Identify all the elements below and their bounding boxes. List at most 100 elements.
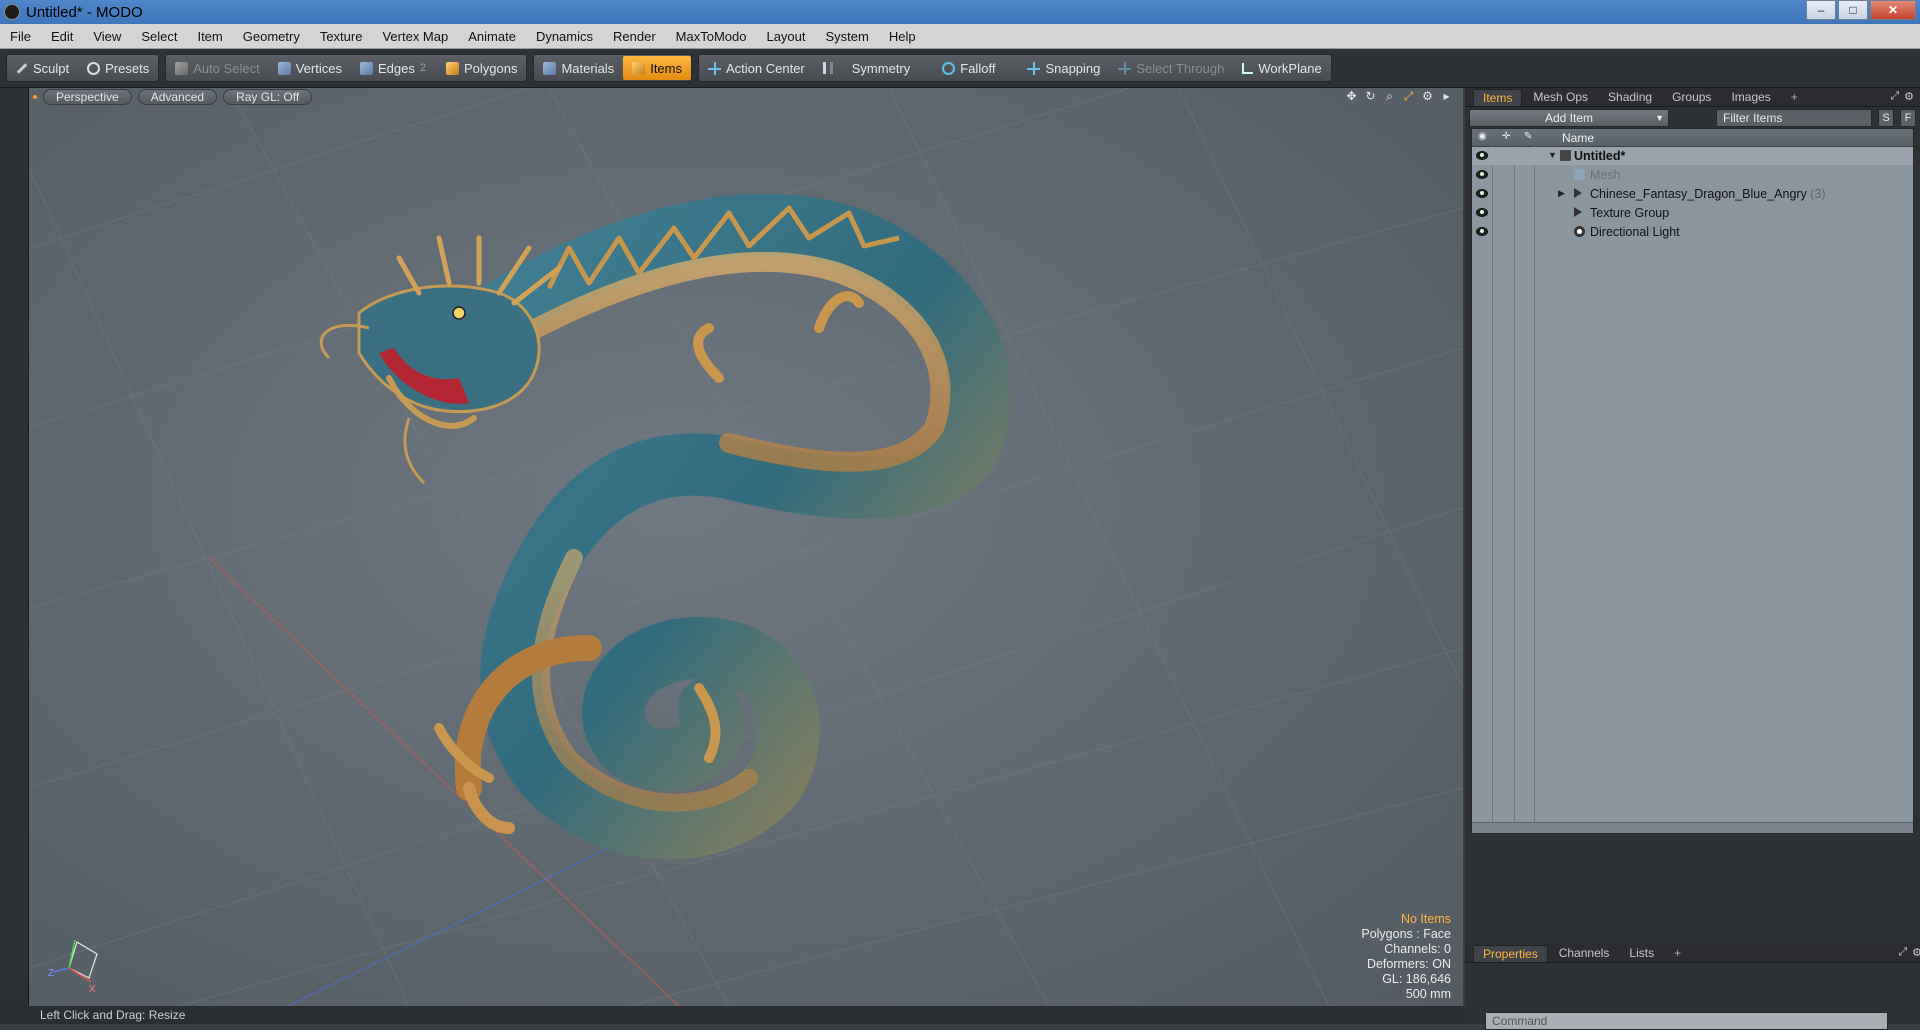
add-item-dropdown[interactable]: Add Item ▼ bbox=[1469, 109, 1669, 127]
tree-scrollbar[interactable] bbox=[1472, 822, 1913, 833]
polygons-button[interactable]: Polygons bbox=[437, 56, 526, 80]
lock-column-icon[interactable]: ✛ bbox=[1502, 132, 1512, 142]
3d-viewport[interactable]: Perspective Advanced Ray GL: Off ✥ ↻ ⌕ ⤢… bbox=[29, 88, 1463, 1006]
mesh-label: Mesh bbox=[1590, 168, 1621, 182]
axis-z-label: Z bbox=[48, 968, 54, 979]
tab-shading[interactable]: Shading bbox=[1599, 89, 1661, 105]
menu-view[interactable]: View bbox=[83, 29, 131, 44]
shading-mode-button[interactable]: Advanced bbox=[137, 89, 218, 105]
menu-edit[interactable]: Edit bbox=[41, 29, 83, 44]
falloff-button[interactable]: Falloff bbox=[933, 56, 1004, 80]
tab-properties[interactable]: Properties bbox=[1473, 944, 1548, 962]
symmetry-label: Symmetry bbox=[851, 60, 911, 76]
tree-row-dragon[interactable]: ▶ Chinese_Fantasy_Dragon_Blue_Angry (3) bbox=[1472, 185, 1913, 203]
collapse-arrow-icon[interactable]: ▼ bbox=[1548, 150, 1557, 160]
raygl-button[interactable]: Ray GL: Off bbox=[223, 89, 313, 105]
viewport-settings-icon[interactable]: ⚙ bbox=[1421, 90, 1434, 103]
viewport-menu-dot[interactable] bbox=[33, 95, 37, 99]
action-center-button[interactable]: Action Center bbox=[699, 56, 814, 80]
expand-arrow-icon[interactable]: ▶ bbox=[1558, 188, 1565, 199]
menu-render[interactable]: Render bbox=[603, 29, 666, 44]
visibility-column-icon[interactable]: ◉ bbox=[1478, 132, 1488, 142]
tree-row-light[interactable]: Directional Light bbox=[1472, 223, 1913, 241]
tab-lists[interactable]: Lists bbox=[1620, 945, 1663, 961]
fit-icon[interactable]: ⤢ bbox=[1402, 90, 1415, 103]
menu-texture[interactable]: Texture bbox=[310, 29, 373, 44]
panel-settings-icon[interactable]: ⚙ bbox=[1904, 90, 1914, 103]
edges-label: Edges bbox=[377, 60, 415, 76]
view-type-button[interactable]: Perspective bbox=[43, 89, 132, 105]
panel-expand-icon[interactable]: ⤢ bbox=[1898, 946, 1907, 959]
tree-row-mesh[interactable]: Mesh bbox=[1472, 166, 1913, 184]
sculpt-button[interactable]: Sculpt bbox=[7, 56, 78, 80]
tab-mesh-ops[interactable]: Mesh Ops bbox=[1524, 89, 1597, 105]
select-through-label: Select Through bbox=[1136, 60, 1225, 76]
items-button[interactable]: Items bbox=[623, 56, 691, 80]
rotate-icon[interactable]: ↻ bbox=[1364, 90, 1377, 103]
close-button[interactable]: ✕ bbox=[1870, 0, 1916, 20]
panel-expand-icon[interactable]: ⤢ bbox=[1890, 90, 1899, 103]
menu-vertex-map[interactable]: Vertex Map bbox=[372, 29, 458, 44]
vertices-button[interactable]: Vertices bbox=[269, 56, 351, 80]
auto-select-button[interactable]: Auto Select bbox=[166, 56, 269, 80]
name-column-header[interactable]: Name bbox=[1562, 131, 1594, 145]
group-icon bbox=[1574, 207, 1582, 217]
viewport-expand-icon[interactable]: ▸ bbox=[1440, 90, 1453, 103]
menu-system[interactable]: System bbox=[816, 29, 879, 44]
left-tool-strip bbox=[0, 88, 29, 1006]
presets-button[interactable]: Presets bbox=[78, 56, 158, 80]
stats-deformers: Deformers: ON bbox=[1366, 957, 1451, 971]
pan-icon[interactable]: ✥ bbox=[1345, 90, 1358, 103]
filter-s-button[interactable]: S bbox=[1878, 109, 1894, 127]
polygons-icon bbox=[445, 61, 459, 75]
eye-icon[interactable] bbox=[1476, 208, 1488, 217]
minimize-button[interactable]: – bbox=[1806, 0, 1836, 20]
tree-row-texture-group[interactable]: Texture Group bbox=[1472, 204, 1913, 222]
tab-channels[interactable]: Channels bbox=[1550, 945, 1619, 961]
materials-button[interactable]: Materials bbox=[534, 56, 623, 80]
menu-animate[interactable]: Animate bbox=[458, 29, 526, 44]
render-column-icon[interactable]: ✎ bbox=[1524, 132, 1534, 142]
action-center-icon bbox=[708, 61, 721, 75]
maximize-button[interactable]: □ bbox=[1838, 0, 1868, 20]
symmetry-button[interactable]: Symmetry bbox=[814, 56, 920, 80]
tree-row-scene[interactable]: ▼ Untitled* bbox=[1472, 147, 1913, 165]
panel-settings-icon[interactable]: ⚙ bbox=[1912, 946, 1920, 959]
eye-icon[interactable] bbox=[1476, 170, 1488, 179]
menu-layout[interactable]: Layout bbox=[756, 29, 815, 44]
menu-geometry[interactable]: Geometry bbox=[233, 29, 310, 44]
snapping-button[interactable]: Snapping bbox=[1018, 56, 1109, 80]
item-mode-group: Materials Items bbox=[533, 54, 692, 82]
materials-label: Materials bbox=[561, 60, 615, 76]
stats-no-items: No Items bbox=[1400, 912, 1451, 926]
auto-select-icon bbox=[175, 61, 189, 75]
scene-icon bbox=[1560, 150, 1571, 161]
menu-select[interactable]: Select bbox=[131, 29, 187, 44]
polygons-label: Polygons bbox=[463, 60, 518, 76]
workplane-button[interactable]: WorkPlane bbox=[1233, 56, 1330, 80]
eye-icon[interactable] bbox=[1476, 151, 1488, 160]
window-title: Untitled* - MODO bbox=[26, 3, 143, 21]
vertices-label: Vertices bbox=[295, 60, 342, 76]
select-through-button[interactable]: Select Through bbox=[1109, 56, 1233, 80]
menu-help[interactable]: Help bbox=[879, 29, 926, 44]
tab-items[interactable]: Items bbox=[1473, 88, 1523, 106]
menu-dynamics[interactable]: Dynamics bbox=[526, 29, 603, 44]
symmetry-icon bbox=[822, 62, 833, 74]
menu-item[interactable]: Item bbox=[187, 29, 232, 44]
mesh-icon bbox=[1574, 169, 1585, 180]
command-input[interactable]: Command bbox=[1485, 1012, 1888, 1030]
edges-button[interactable]: Edges 2 bbox=[351, 56, 437, 80]
add-tab-button[interactable]: + bbox=[1782, 89, 1807, 105]
filter-items-input[interactable]: Filter Items bbox=[1716, 109, 1872, 127]
add-properties-tab-button[interactable]: + bbox=[1665, 945, 1690, 961]
menu-file[interactable]: File bbox=[0, 29, 41, 44]
menu-maxtomodo[interactable]: MaxToModo bbox=[666, 29, 757, 44]
eye-icon[interactable] bbox=[1476, 189, 1488, 198]
tab-groups[interactable]: Groups bbox=[1663, 89, 1720, 105]
eye-icon[interactable] bbox=[1476, 227, 1488, 236]
filter-f-button[interactable]: F bbox=[1900, 109, 1916, 127]
zoom-icon[interactable]: ⌕ bbox=[1383, 90, 1396, 103]
tab-images[interactable]: Images bbox=[1722, 89, 1779, 105]
action-center-label: Action Center bbox=[726, 60, 805, 76]
